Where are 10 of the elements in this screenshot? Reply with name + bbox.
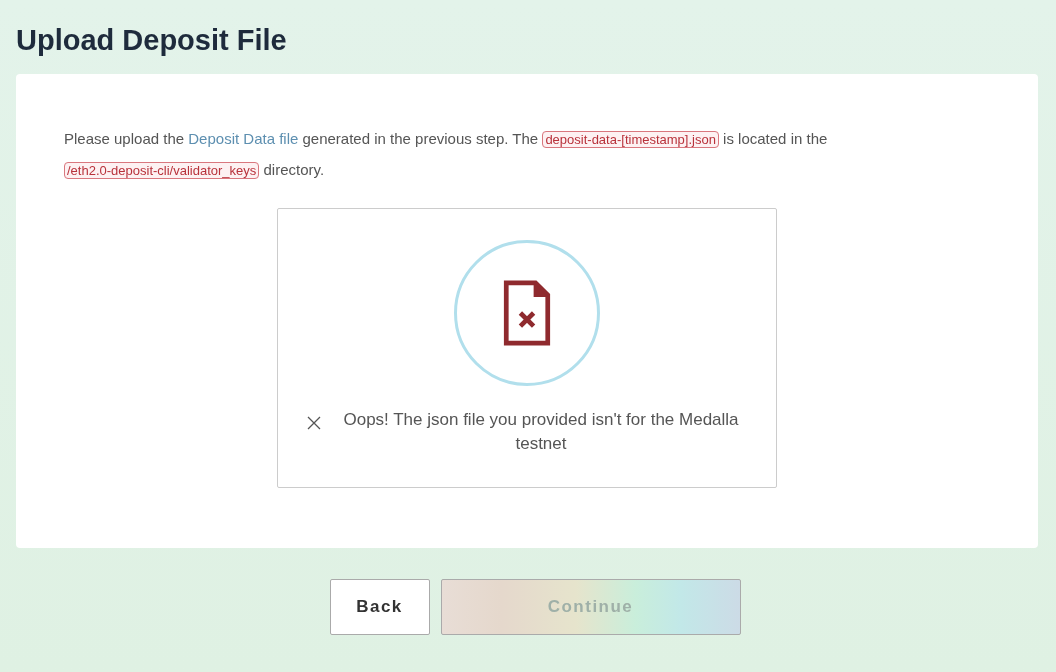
- instruction-text: Please upload the Deposit Data file generated in the previous step. The deposit-data-[timestamp].json is located in the /eth2.0-deposit-cli/validator_keys directory.: [64, 129, 829, 181]
- code-snippet: /eth2.0-deposit-cli/validator_keys: [64, 162, 260, 179]
- error-message: Oops! The json file you provided isn't for the Medalla testnet: [342, 409, 740, 455]
- close-icon[interactable]: [307, 416, 321, 430]
- code-snippet: deposit-data-[timestamp].json: [542, 131, 719, 148]
- page-title: Upload Deposit File: [16, 23, 287, 58]
- deposit-data-link[interactable]: Deposit Data file: [188, 130, 299, 147]
- back-button[interactable]: Back: [329, 579, 430, 635]
- file-drop-zone[interactable]: Oops! The json file you provided isn't for the Medalla testnet: [277, 208, 777, 488]
- file-error-icon: [503, 280, 551, 346]
